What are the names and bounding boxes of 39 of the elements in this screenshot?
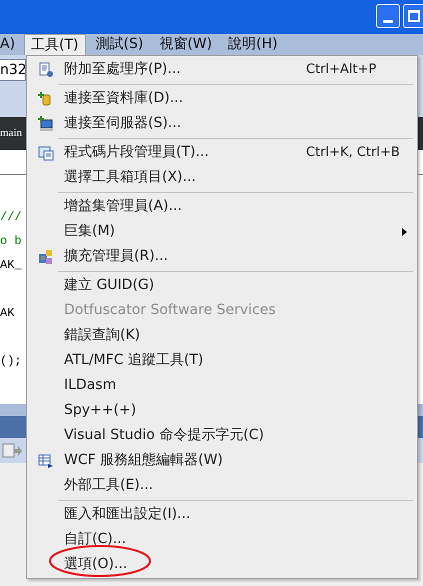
database-plus-icon [38, 90, 54, 106]
document-arrow-icon[interactable] [2, 442, 22, 458]
code-line: AK_ [0, 258, 22, 272]
menu-item[interactable]: ATL/MFC 追蹤工具(T) [27, 348, 417, 373]
menu-item[interactable]: ILDasm [27, 373, 417, 398]
menu-item[interactable]: 匯入和匯出設定(I)... [27, 502, 417, 527]
menu-item[interactable]: 自訂(C)... [27, 527, 417, 552]
combo-field[interactable]: n32 [0, 59, 26, 81]
menu-item[interactable]: 選項(O)... [27, 552, 417, 577]
menu-bar-item[interactable]: A) [0, 34, 24, 55]
menu-item[interactable]: 附加至處理序(P)... Ctrl+Alt+P [27, 57, 417, 82]
menu-item[interactable]: Spy++(+) [27, 398, 417, 423]
grid-arrow-icon [38, 452, 54, 468]
monitor-plus-icon [38, 116, 54, 132]
menu-item[interactable]: 增益集管理員(A)... [27, 194, 417, 219]
menu-bar-item[interactable]: 測試(S) [90, 34, 150, 55]
minimize-button[interactable] [376, 4, 400, 28]
menu-item[interactable]: 建立 GUID(G) [27, 273, 417, 298]
menu-bar-item[interactable]: 說明(H) [222, 34, 284, 55]
menu-item[interactable]: 連接至資料庫(D)... [27, 86, 417, 111]
code-line: /// [0, 210, 22, 224]
menu-item[interactable]: WCF 服務組態編輯器(W) [27, 448, 417, 473]
document-window-icon [38, 144, 54, 160]
menu-item[interactable]: 連接至伺服器(S)... [27, 111, 417, 136]
menu-item[interactable]: Visual Studio 命令提示字元(C) [27, 423, 417, 448]
menu-item[interactable]: 選擇工具箱項目(X)... [27, 165, 417, 190]
code-line: AK [0, 306, 14, 320]
menu-item[interactable]: 外部工具(E)... [27, 473, 417, 498]
code-line: o b [0, 234, 22, 248]
maximize-button[interactable] [403, 4, 423, 28]
menu-item[interactable]: 程式碼片段管理員(T)... Ctrl+K, Ctrl+B [27, 140, 417, 165]
blocks-icon [38, 248, 54, 264]
menu-item[interactable]: 錯誤查詢(K) [27, 323, 417, 348]
menu-item[interactable]: 巨集(M) [27, 219, 417, 244]
menu-bar-item[interactable]: 視窗(W) [153, 34, 218, 55]
menu-item[interactable]: 擴充管理員(R)... [27, 244, 417, 269]
code-line: (); [0, 354, 22, 368]
document-tab[interactable]: main [0, 125, 22, 142]
menu-bar-item[interactable]: 工具(T) [24, 34, 86, 55]
